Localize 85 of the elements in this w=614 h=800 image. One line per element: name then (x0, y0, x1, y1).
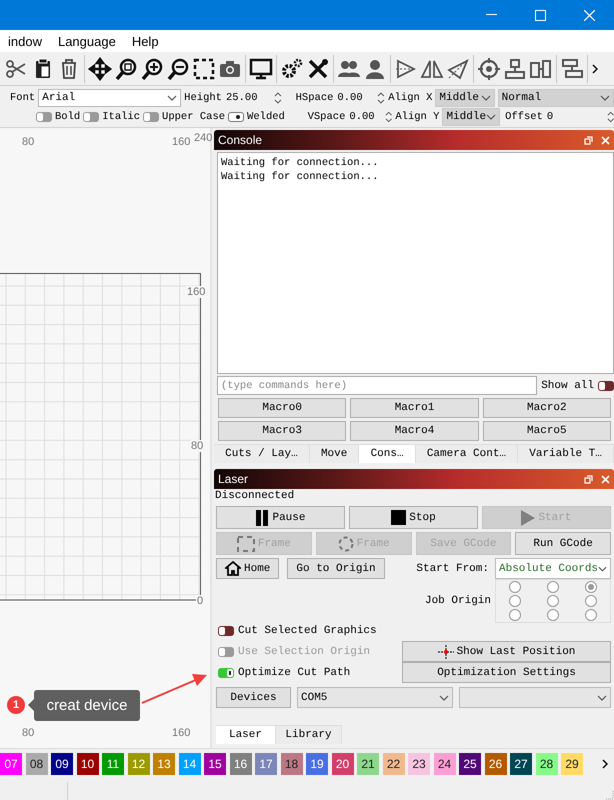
ruler-label: 160 (186, 286, 206, 298)
field-label: Start From: (416, 562, 489, 574)
style-dropdown[interactable]: Normal (498, 88, 614, 106)
panel-tab[interactable]: Laser (216, 725, 276, 744)
color-swatch[interactable]: 29 (561, 752, 583, 774)
field-label: Offset (505, 110, 543, 122)
devices-button[interactable]: Devices (216, 687, 291, 708)
macro-button[interactable]: Macro5 (482, 421, 611, 441)
toggle-label: Optimize Cut Path (238, 666, 350, 678)
toggle-label: Upper Case (162, 110, 226, 122)
console-line: Waiting for connection... (221, 156, 380, 170)
field-label: Align X (388, 92, 432, 104)
panel-tab[interactable]: Camera Cont… (416, 445, 518, 463)
color-swatch[interactable]: 25 (459, 752, 481, 774)
laser-button[interactable]: Pause (216, 506, 345, 529)
field-label: Job Origin (424, 595, 491, 607)
color-swatch[interactable]: 23 (408, 752, 430, 774)
ruler-label: 160 (172, 136, 190, 148)
toggle-label: Welded (247, 110, 285, 122)
macro-button[interactable]: Macro3 (218, 421, 346, 441)
menu-item[interactable]: indow (0, 34, 50, 48)
color-swatch[interactable]: 16 (230, 752, 252, 774)
font-dropdown[interactable]: Arial (38, 88, 182, 106)
panel-tab[interactable]: Cuts / Lay… (214, 445, 310, 463)
laser-button[interactable]: Stop (349, 506, 478, 529)
macro-button[interactable]: Macro2 (482, 398, 611, 418)
panel-tab[interactable]: Cons… (359, 445, 416, 463)
toggle-label: Cut Selected Graphics (238, 625, 377, 637)
color-swatch[interactable]: 21 (357, 752, 379, 774)
number-field[interactable]: 0.00 (337, 92, 363, 104)
laser-button[interactable]: Go to Origin (287, 558, 385, 579)
console-line: Waiting for connection... (221, 170, 380, 184)
start-from-dropdown[interactable]: Absolute Coords (495, 558, 611, 579)
number-field[interactable]: 25.00 (226, 92, 258, 104)
toggle-label: Bold (55, 110, 80, 122)
menu-item[interactable]: Help (124, 34, 167, 48)
toggle-label: Italic (102, 110, 140, 122)
color-swatch[interactable]: 15 (204, 752, 226, 774)
color-swatch[interactable]: 19 (306, 752, 328, 774)
field-label: Align Y (395, 110, 440, 122)
laser-button[interactable]: Run GCode (515, 532, 611, 555)
field-label: HSpace (296, 92, 334, 104)
ruler-label: 240 (194, 132, 212, 144)
toggle-label: Use Selection Origin (238, 646, 370, 658)
align-dropdown[interactable]: Middle (435, 88, 495, 106)
optimization-button[interactable]: Optimization Settings (402, 662, 611, 683)
color-swatch[interactable]: 24 (434, 752, 456, 774)
menu-item[interactable]: Language (50, 34, 124, 48)
field-label: VSpace (308, 110, 346, 122)
command-field[interactable]: (type commands here) (217, 376, 538, 395)
macro-button[interactable]: Macro1 (350, 398, 479, 418)
color-swatch[interactable]: 27 (510, 752, 532, 774)
port-dropdown[interactable]: COM5 (297, 687, 453, 708)
color-swatch[interactable]: 18 (280, 752, 302, 774)
color-swatch[interactable]: 26 (484, 752, 506, 774)
color-swatch[interactable]: 10 (76, 752, 98, 774)
panel-title: Laser (218, 472, 248, 486)
ruler-label: 80 (190, 440, 204, 452)
align-dropdown[interactable]: Middle (442, 108, 500, 126)
number-field[interactable]: 0.00 (349, 110, 375, 122)
ruler-label: 160 (172, 727, 190, 739)
step-badge: 1 (7, 696, 25, 714)
macro-button[interactable]: Macro0 (218, 398, 346, 418)
connection-status: Disconnected (214, 489, 296, 503)
color-swatch[interactable]: 09 (51, 752, 73, 774)
number-field[interactable]: 0 (546, 110, 554, 122)
color-swatch[interactable]: 28 (536, 752, 558, 774)
color-swatch[interactable]: 11 (102, 752, 124, 774)
color-swatch[interactable]: 20 (332, 752, 354, 774)
panel-tab[interactable]: Move (310, 445, 360, 463)
callout-tooltip: creat device (34, 690, 140, 721)
toggle-label: Show all (541, 380, 594, 392)
show-position-button[interactable]: Show Last Position (402, 641, 611, 662)
ruler-label: 80 (22, 727, 34, 739)
panel-tab[interactable]: Variable T… (518, 445, 614, 463)
field-label: Font (10, 92, 36, 104)
color-swatch[interactable]: 22 (382, 752, 404, 774)
panel-tab[interactable]: Library (276, 725, 342, 744)
panel-title: Console (218, 133, 262, 147)
macro-button[interactable]: Macro4 (350, 421, 479, 441)
color-swatch[interactable]: 08 (26, 752, 48, 774)
field-label: Height (184, 92, 222, 104)
ruler-label: 80 (22, 136, 34, 148)
ruler-label: 0 (196, 595, 204, 607)
laser-button[interactable]: Home (216, 558, 280, 579)
